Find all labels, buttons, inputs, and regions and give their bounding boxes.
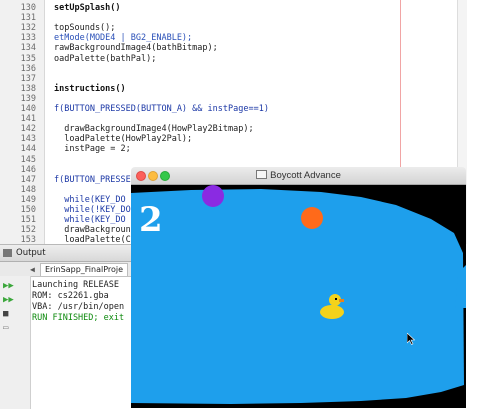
- output-toolbar: ▶▶ ▶▶ ■ ▭: [0, 276, 31, 409]
- page-number: 2: [139, 200, 163, 240]
- rerun-icon[interactable]: ▶▶: [3, 282, 14, 291]
- console-line: Launching RELEASE: [32, 280, 119, 290]
- window-title: Boycott Advance: [270, 170, 341, 181]
- rerun-with-args-icon[interactable]: ▶▶: [3, 296, 14, 305]
- code-line: oadPalette(bathPal);: [54, 53, 157, 64]
- code-line: instructions(): [54, 83, 126, 94]
- code-line: f(BUTTON_PRESSED(BUTTON_A) && instPage==…: [54, 104, 269, 114]
- game-canvas: [131, 185, 466, 408]
- output-tab-bar: ◀ ErinSapp_FinalProje: [0, 262, 150, 277]
- emulator-title-bar[interactable]: Boycott Advance: [131, 167, 466, 185]
- code-line: instPage = 2;: [54, 144, 131, 155]
- window-icon: [256, 170, 268, 179]
- output-panel: Output ◀ ErinSapp_FinalProje ▶▶ ▶▶ ■ ▭ L…: [0, 244, 150, 409]
- game-screen[interactable]: 2: [131, 185, 466, 408]
- clear-output-icon[interactable]: ▭: [3, 324, 14, 333]
- tab-scroll-left-icon[interactable]: ◀: [30, 265, 35, 274]
- console-line: VBA: /usr/bin/open: [32, 302, 125, 312]
- output-window-icon: [3, 249, 12, 257]
- mouse-pointer-icon: [407, 333, 415, 345]
- orange-ball: [301, 207, 323, 229]
- console-line: RUN FINISHED; exit: [32, 313, 125, 323]
- bathtub-water: [131, 189, 464, 404]
- output-console: Launching RELEASE ROM: cs2261.gba VBA: /us…: [32, 280, 124, 324]
- output-header: Output: [0, 245, 150, 262]
- code-line: setUpSplash(): [54, 3, 121, 13]
- code-line: f(BUTTON_PRESSED(: [54, 174, 141, 185]
- emulator-window[interactable]: Boycott Advance 2: [131, 167, 466, 408]
- output-title: Output: [16, 248, 46, 258]
- stop-icon[interactable]: ■: [3, 310, 14, 319]
- line-number-gutter: 130 131 132 133 134 135 136 137 138 139 140 141 142 1…: [0, 0, 45, 245]
- purple-ball: [202, 185, 224, 207]
- code-line: loadPalette(C: [54, 235, 131, 244]
- tab-run-output[interactable]: ErinSapp_FinalProje: [40, 263, 129, 276]
- console-line: ROM: cs2261.gba: [32, 291, 109, 301]
